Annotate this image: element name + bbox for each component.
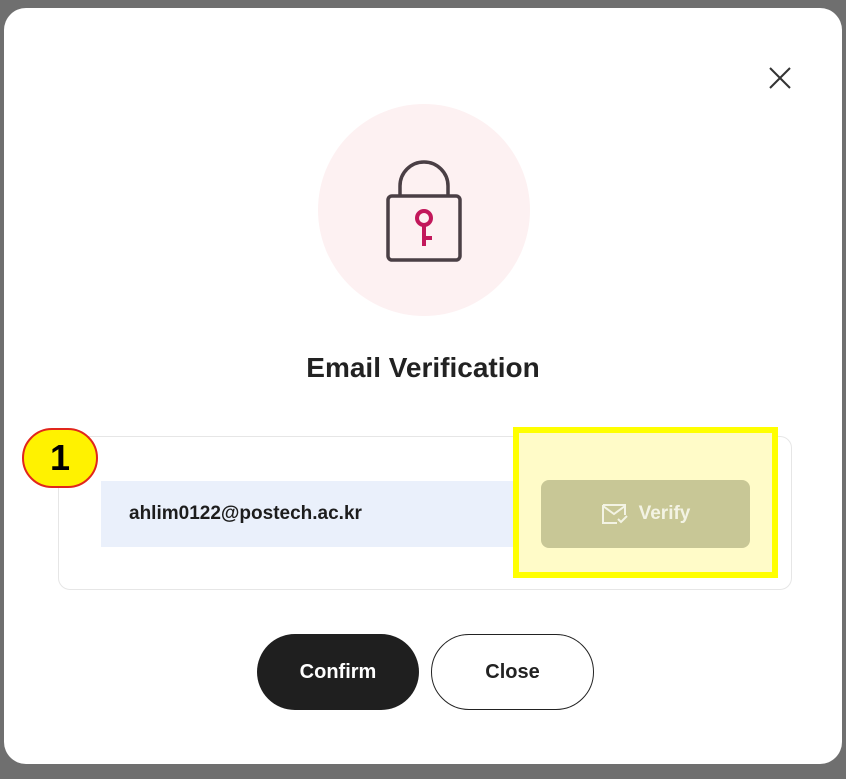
dialog-title: Email Verification xyxy=(306,352,540,383)
lock-key-icon xyxy=(386,160,462,262)
verify-button[interactable]: Verify xyxy=(541,480,750,548)
confirm-button[interactable]: Confirm xyxy=(257,634,419,710)
mail-check-icon xyxy=(601,504,628,524)
close-icon[interactable] xyxy=(766,64,794,92)
close-button-label: Close xyxy=(485,660,540,683)
lock-icon-container xyxy=(318,104,530,316)
email-field[interactable]: ahlim0122@postech.ac.kr xyxy=(101,481,522,547)
confirm-button-label: Confirm xyxy=(299,660,377,683)
annotation-badge: 1 xyxy=(22,428,98,488)
close-button[interactable]: Close xyxy=(431,634,594,710)
verify-button-label: Verify xyxy=(638,503,691,524)
